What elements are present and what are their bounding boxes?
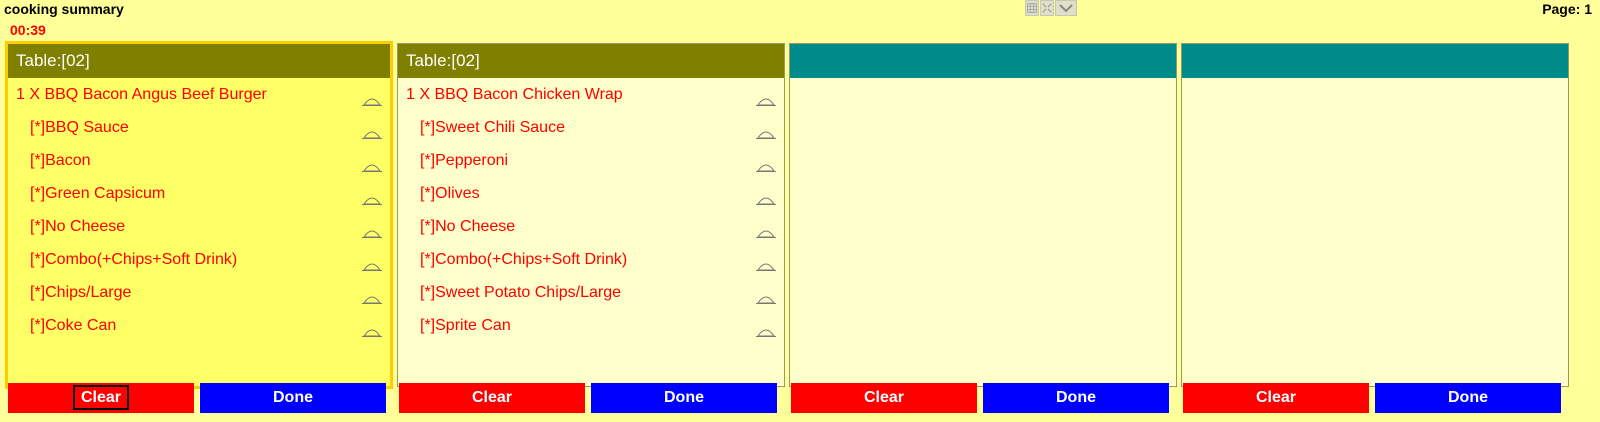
expand-icon[interactable]	[1040, 0, 1054, 16]
clear-button-label: Clear	[72, 385, 130, 410]
serve-bell-icon[interactable]	[756, 218, 776, 238]
done-button[interactable]: Done	[200, 383, 386, 413]
order-item[interactable]: 1 X BBQ Bacon Chicken Wrap	[398, 78, 784, 111]
serve-bell-icon[interactable]	[362, 152, 382, 172]
order-panel-header: Table:[02]	[398, 44, 784, 78]
serve-bell-icon[interactable]	[362, 317, 382, 337]
page-title: cooking summary	[4, 1, 124, 17]
top-bar: cooking summary Page: 1	[0, 0, 1600, 24]
serve-bell-icon[interactable]	[756, 119, 776, 139]
serve-bell-icon[interactable]	[362, 284, 382, 304]
modifier-item[interactable]: [*]Sweet Chili Sauce	[398, 111, 784, 144]
done-button[interactable]: Done	[983, 383, 1169, 413]
clear-button[interactable]: Clear	[399, 383, 585, 413]
item-label: [*]Sweet Chili Sauce	[420, 119, 565, 136]
serve-bell-icon[interactable]	[756, 185, 776, 205]
clear-button[interactable]: Clear	[1183, 383, 1369, 413]
clear-button-label: Clear	[863, 389, 905, 406]
serve-bell-icon[interactable]	[362, 185, 382, 205]
item-label: [*]Pepperoni	[420, 152, 509, 169]
modifier-item[interactable]: [*]No Cheese	[398, 210, 784, 243]
modifier-item[interactable]: [*]Bacon	[8, 144, 390, 177]
clear-button[interactable]: Clear	[791, 383, 977, 413]
serve-bell-icon[interactable]	[756, 251, 776, 271]
modifier-item[interactable]: [*]Combo(+Chips+Soft Drink)	[8, 243, 390, 276]
done-button-label: Done	[1056, 389, 1096, 406]
modifier-item[interactable]: [*]Sweet Potato Chips/Large	[398, 276, 784, 309]
serve-bell-icon[interactable]	[756, 317, 776, 337]
order-item[interactable]: 1 X BBQ Bacon Angus Beef Burger	[8, 78, 390, 111]
item-label: [*]No Cheese	[420, 218, 516, 235]
item-label: [*]Bacon	[30, 152, 91, 169]
done-button[interactable]: Done	[1375, 383, 1561, 413]
item-label: [*]Coke Can	[30, 317, 117, 334]
order-panel-4[interactable]	[1181, 43, 1569, 387]
clear-button-label: Clear	[1255, 389, 1297, 406]
done-button-label: Done	[1448, 389, 1488, 406]
serve-bell-icon[interactable]	[362, 251, 382, 271]
serve-bell-icon[interactable]	[756, 152, 776, 172]
order-panel-header	[790, 44, 1176, 78]
modifier-item[interactable]: [*]Green Capsicum	[8, 177, 390, 210]
item-label: [*]Combo(+Chips+Soft Drink)	[30, 251, 238, 268]
modifier-item[interactable]: [*]BBQ Sauce	[8, 111, 390, 144]
serve-bell-icon[interactable]	[362, 119, 382, 139]
modifier-item[interactable]: [*]Combo(+Chips+Soft Drink)	[398, 243, 784, 276]
order-panel-2[interactable]: Table:[02] 1 X BBQ Bacon Chicken Wrap [*]S…	[397, 43, 785, 387]
modifier-item[interactable]: [*]Olives	[398, 177, 784, 210]
item-label: [*]Chips/Large	[30, 284, 132, 301]
order-panel-3[interactable]	[789, 43, 1177, 387]
modifier-item[interactable]: [*]Coke Can	[8, 309, 390, 342]
order-panel-header	[1182, 44, 1568, 78]
item-label: [*]Combo(+Chips+Soft Drink)	[420, 251, 628, 268]
done-button-label: Done	[664, 389, 704, 406]
order-panel-header: Table:[02]	[8, 44, 390, 78]
item-label: [*]Green Capsicum	[30, 185, 166, 202]
item-label: [*]Olives	[420, 185, 480, 202]
modifier-item[interactable]: [*]Pepperoni	[398, 144, 784, 177]
modifier-item[interactable]: [*]Sprite Can	[398, 309, 784, 342]
serve-bell-icon[interactable]	[362, 86, 382, 106]
page-indicator: Page: 1	[1542, 1, 1592, 17]
clear-button[interactable]: Clear	[8, 383, 194, 413]
serve-bell-icon[interactable]	[756, 86, 776, 106]
modifier-item[interactable]: [*]Chips/Large	[8, 276, 390, 309]
chevron-down-icon[interactable]	[1055, 0, 1077, 16]
elapsed-timer: 00:39	[10, 22, 46, 38]
item-label: [*]BBQ Sauce	[30, 119, 129, 136]
done-button-label: Done	[273, 389, 313, 406]
serve-bell-icon[interactable]	[362, 218, 382, 238]
view-toolbar	[1025, 0, 1077, 16]
item-label: [*]Sweet Potato Chips/Large	[420, 284, 622, 301]
item-label: [*]Sprite Can	[420, 317, 511, 334]
order-panel-1[interactable]: Table:[02] 1 X BBQ Bacon Angus Beef Burge…	[5, 41, 393, 389]
item-label: [*]No Cheese	[30, 218, 126, 235]
done-button[interactable]: Done	[591, 383, 777, 413]
modifier-item[interactable]: [*]No Cheese	[8, 210, 390, 243]
grid-icon[interactable]	[1025, 0, 1039, 16]
item-label: 1 X BBQ Bacon Chicken Wrap	[406, 86, 623, 103]
item-label: 1 X BBQ Bacon Angus Beef Burger	[16, 86, 267, 103]
serve-bell-icon[interactable]	[756, 284, 776, 304]
clear-button-label: Clear	[471, 389, 513, 406]
